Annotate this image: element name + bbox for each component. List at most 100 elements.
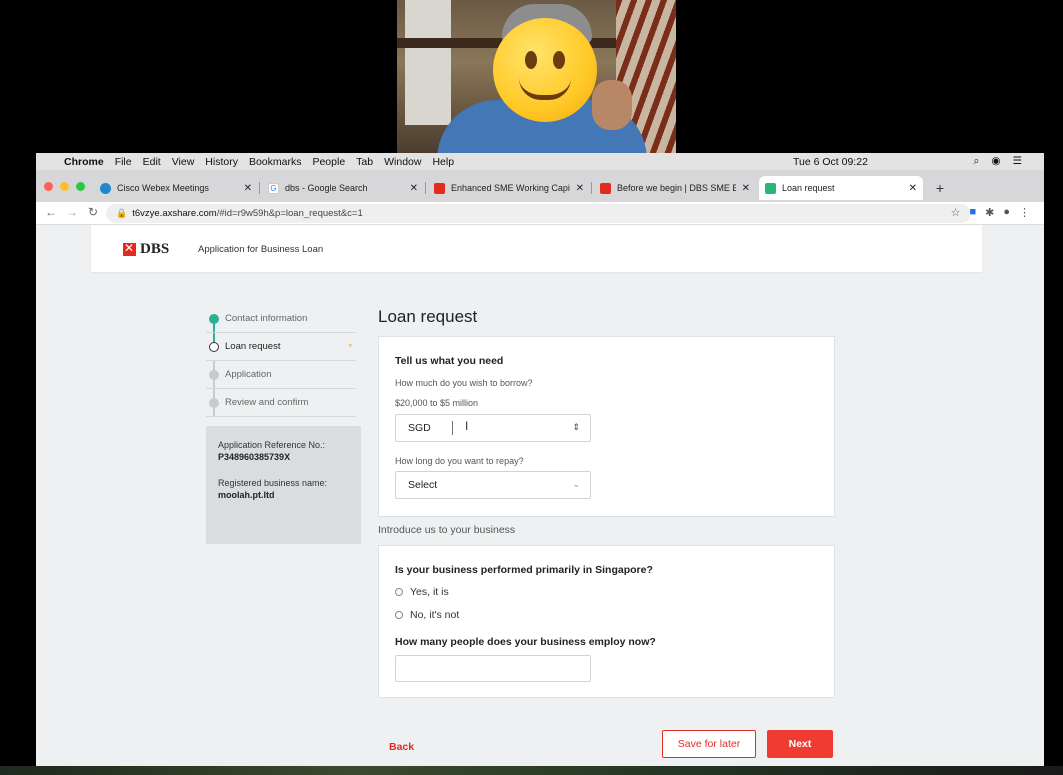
currency-value: SGD bbox=[408, 422, 431, 434]
close-window-button[interactable] bbox=[44, 182, 53, 191]
minimize-window-button[interactable] bbox=[60, 182, 69, 191]
address-bar[interactable]: 🔒 t6vzye.axshare.com /#id=r9w59h&p=loan_… bbox=[106, 204, 971, 223]
extensions-puzzle-icon[interactable]: ✱ bbox=[985, 206, 994, 219]
tab-separator bbox=[591, 182, 592, 194]
step-loan-request[interactable]: Loan request * bbox=[206, 333, 356, 361]
progress-stepper: Contact information Loan request * Appli… bbox=[206, 305, 356, 417]
menu-view[interactable]: View bbox=[172, 156, 195, 168]
tab-loan-request[interactable]: Loan request ✕ bbox=[759, 176, 923, 200]
url-host: t6vzye.axshare.com bbox=[132, 208, 217, 219]
menu-bookmarks[interactable]: Bookmarks bbox=[249, 156, 302, 168]
siri-icon[interactable]: ◉ bbox=[991, 155, 1000, 168]
page-header: DBS Application for Business Loan bbox=[91, 225, 982, 272]
web-page: DBS Application for Business Loan Contac… bbox=[36, 225, 1044, 768]
menu-history[interactable]: History bbox=[205, 156, 238, 168]
menubar-app-name[interactable]: Chrome bbox=[64, 156, 104, 168]
step-label: Loan request bbox=[225, 341, 281, 352]
profile-avatar-icon[interactable]: ● bbox=[1003, 206, 1010, 219]
save-for-later-button[interactable]: Save for later bbox=[662, 730, 756, 758]
menu-edit[interactable]: Edit bbox=[143, 156, 161, 168]
radio-yes[interactable]: Yes, it is bbox=[395, 586, 449, 598]
repay-question: How long do you want to repay? bbox=[395, 456, 524, 466]
dbs-logo[interactable]: DBS bbox=[123, 241, 169, 258]
repay-period-select[interactable]: Select ⌄ bbox=[395, 471, 591, 499]
next-button[interactable]: Next bbox=[767, 730, 833, 758]
extension-icon[interactable]: ■ bbox=[969, 206, 976, 219]
screen: Chrome File Edit View History Bookmarks … bbox=[0, 0, 1063, 775]
tab-label: Enhanced SME Working Capita bbox=[451, 183, 570, 193]
menu-window[interactable]: Window bbox=[384, 156, 421, 168]
back-arrow-icon[interactable]: ← bbox=[45, 205, 57, 219]
url-path: /#id=r9w59h&p=loan_request&c=1 bbox=[216, 208, 363, 219]
smiley-right-eye bbox=[553, 51, 565, 69]
card-title: Tell us what you need bbox=[395, 355, 504, 367]
employee-count-question: How many people does your business emplo… bbox=[395, 636, 656, 648]
check-circle-icon bbox=[209, 314, 219, 324]
smiley-face-icon bbox=[493, 18, 597, 122]
window-controls bbox=[44, 182, 85, 191]
page-title: Loan request bbox=[378, 307, 478, 326]
employee-count-input[interactable] bbox=[395, 655, 591, 682]
tab-before-we-begin[interactable]: Before we begin | DBS SME Ba ✕ bbox=[594, 176, 756, 200]
tab-label: Loan request bbox=[782, 183, 835, 193]
forward-arrow-icon[interactable]: → bbox=[66, 205, 78, 219]
step-label: Contact information bbox=[225, 313, 308, 324]
section-label: Introduce us to your business bbox=[378, 524, 516, 536]
smiley-mouth bbox=[519, 78, 571, 100]
borrow-range-hint: $20,000 to $5 million bbox=[395, 398, 479, 408]
lock-icon[interactable]: 🔒 bbox=[116, 208, 127, 219]
new-tab-icon[interactable]: + bbox=[932, 180, 948, 196]
radio-circle-icon bbox=[395, 611, 403, 619]
currency-amount-select[interactable]: SGD I ⇕ bbox=[395, 414, 591, 442]
tab-label: Cisco Webex Meetings bbox=[117, 183, 209, 193]
tab-webex[interactable]: Cisco Webex Meetings ✕ bbox=[94, 176, 258, 200]
close-tab-icon[interactable]: ✕ bbox=[410, 183, 418, 194]
close-tab-icon[interactable]: ✕ bbox=[244, 183, 252, 194]
radio-circle-icon bbox=[395, 588, 403, 596]
menu-help[interactable]: Help bbox=[432, 156, 454, 168]
menu-tab[interactable]: Tab bbox=[356, 156, 373, 168]
menubar-clock[interactable]: Tue 6 Oct 09:22 bbox=[793, 156, 868, 168]
webcam-video bbox=[397, 0, 676, 155]
step-contact-information[interactable]: Contact information bbox=[206, 305, 356, 333]
back-button[interactable]: Back bbox=[389, 741, 414, 753]
chevron-down-icon: ⌄ bbox=[572, 479, 580, 489]
chrome-menu-icon[interactable]: ⋮ bbox=[1019, 206, 1030, 219]
tab-google-search[interactable]: G dbs - Google Search ✕ bbox=[262, 176, 424, 200]
dbs-favicon-icon bbox=[600, 182, 611, 194]
close-tab-icon[interactable]: ✕ bbox=[742, 183, 750, 194]
extension-icons: ☆ ■ ✱ ● ⋮ bbox=[951, 206, 1030, 219]
up-down-caret-icon: ⇕ bbox=[572, 422, 580, 432]
zoom-window-button[interactable] bbox=[76, 182, 85, 191]
tab-enhanced-sme[interactable]: Enhanced SME Working Capita ✕ bbox=[428, 176, 590, 200]
step-review-and-confirm[interactable]: Review and confirm bbox=[206, 389, 356, 417]
business-name-value: moolah.pt.ltd bbox=[218, 490, 275, 500]
borrow-question: How much do you wish to borrow? bbox=[395, 378, 533, 388]
desktop-background-strip bbox=[0, 766, 1063, 775]
current-step-circle-icon bbox=[209, 342, 219, 352]
reload-icon[interactable]: ↻ bbox=[88, 205, 98, 219]
field-divider bbox=[452, 421, 453, 435]
tab-label: Before we begin | DBS SME Ba bbox=[617, 183, 736, 193]
dbs-logo-mark-icon bbox=[123, 241, 136, 256]
tab-separator bbox=[259, 182, 260, 194]
spotlight-search-icon[interactable]: ⌕ bbox=[974, 155, 980, 168]
pending-step-circle-icon bbox=[209, 370, 219, 380]
reference-info-panel: Application Reference No.: P348960385739… bbox=[206, 426, 361, 544]
close-tab-icon[interactable]: ✕ bbox=[576, 183, 584, 194]
business-name-label: Registered business name: bbox=[218, 478, 328, 488]
smiley-left-eye bbox=[525, 51, 537, 69]
menubar-tray: ⌕ ◉ ☰ bbox=[974, 155, 1022, 168]
radio-no[interactable]: No, it's not bbox=[395, 609, 459, 621]
menu-file[interactable]: File bbox=[115, 156, 132, 168]
bookmark-star-icon[interactable]: ☆ bbox=[951, 206, 961, 219]
close-tab-icon[interactable]: ✕ bbox=[909, 183, 917, 194]
radio-yes-label: Yes, it is bbox=[410, 586, 449, 598]
step-application[interactable]: Application bbox=[206, 361, 356, 389]
reference-number-value: P348960385739X bbox=[218, 452, 291, 462]
notification-center-icon[interactable]: ☰ bbox=[1013, 155, 1022, 168]
menu-people[interactable]: People bbox=[312, 156, 345, 168]
pending-step-circle-icon bbox=[209, 398, 219, 408]
axure-favicon-icon bbox=[765, 182, 776, 194]
tab-label: dbs - Google Search bbox=[285, 183, 368, 193]
